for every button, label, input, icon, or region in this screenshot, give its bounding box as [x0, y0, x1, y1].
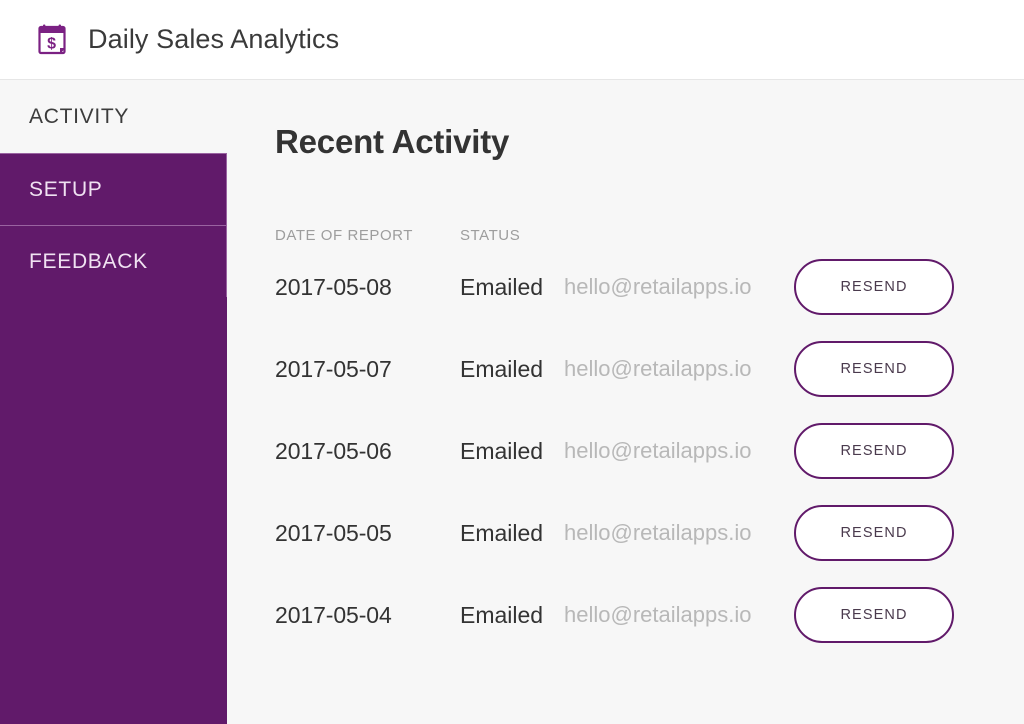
cell-status: Emailed: [460, 273, 544, 300]
cell-email: hello@retailapps.io: [564, 356, 752, 381]
sidebar-item-label: FEEDBACK: [29, 249, 148, 273]
cell-date: 2017-05-05: [275, 519, 392, 546]
section-title: Recent Activity: [275, 123, 510, 160]
table-row: 2017-05-07 Emailed hello@retailapps.io R…: [275, 328, 983, 410]
table-row: 2017-05-08 Emailed hello@retailapps.io R…: [275, 246, 983, 328]
main-content: Recent Activity DATE OF REPORT STATUS 20…: [227, 81, 1024, 724]
cell-status: Emailed: [460, 437, 544, 464]
resend-button[interactable]: RESEND: [794, 341, 954, 397]
cell-date: 2017-05-06: [275, 437, 392, 464]
resend-button[interactable]: RESEND: [794, 423, 954, 479]
svg-text:$: $: [47, 35, 56, 52]
table-row: 2017-05-06 Emailed hello@retailapps.io R…: [275, 410, 983, 492]
resend-button[interactable]: RESEND: [794, 259, 954, 315]
table-row: 2017-05-04 Emailed hello@retailapps.io R…: [275, 574, 983, 656]
cell-action: RESEND: [794, 259, 983, 315]
sidebar-item-label: ACTIVITY: [29, 105, 130, 128]
sidebar-item-feedback[interactable]: FEEDBACK: [0, 225, 227, 297]
cell-action: RESEND: [794, 505, 983, 561]
table-row: 2017-05-05 Emailed hello@retailapps.io R…: [275, 492, 983, 574]
sidebar: ACTIVITY SETUP FEEDBACK: [0, 81, 227, 724]
cell-email: hello@retailapps.io: [564, 520, 752, 545]
sidebar-item-activity[interactable]: ACTIVITY: [0, 81, 227, 153]
cell-email: hello@retailapps.io: [564, 438, 752, 463]
sidebar-item-label: SETUP: [29, 177, 103, 201]
cell-status: Emailed: [460, 519, 544, 546]
cell-status: Emailed: [460, 355, 544, 382]
cell-date: 2017-05-08: [275, 273, 392, 300]
cell-status: Emailed: [460, 601, 544, 628]
cell-date: 2017-05-04: [275, 601, 392, 628]
page-title: Daily Sales Analytics: [88, 24, 340, 54]
activity-table: DATE OF REPORT STATUS 2017-05-08 Emailed…: [275, 224, 983, 656]
app-root: $ Daily Sales Analytics ACTIVITY SETUP F…: [0, 0, 1024, 724]
cell-action: RESEND: [794, 587, 983, 643]
cell-date: 2017-05-07: [275, 355, 392, 382]
app-header: $ Daily Sales Analytics: [0, 0, 1024, 80]
column-header-status: STATUS: [460, 226, 521, 244]
calendar-dollar-icon: $: [38, 24, 68, 56]
resend-button[interactable]: RESEND: [794, 587, 954, 643]
cell-action: RESEND: [794, 423, 983, 479]
cell-action: RESEND: [794, 341, 983, 397]
resend-button[interactable]: RESEND: [794, 505, 954, 561]
sidebar-item-setup[interactable]: SETUP: [0, 153, 227, 225]
cell-email: hello@retailapps.io: [564, 274, 752, 299]
cell-email: hello@retailapps.io: [564, 602, 752, 627]
column-header-date: DATE OF REPORT: [275, 226, 413, 244]
table-header-row: DATE OF REPORT STATUS: [275, 224, 983, 246]
